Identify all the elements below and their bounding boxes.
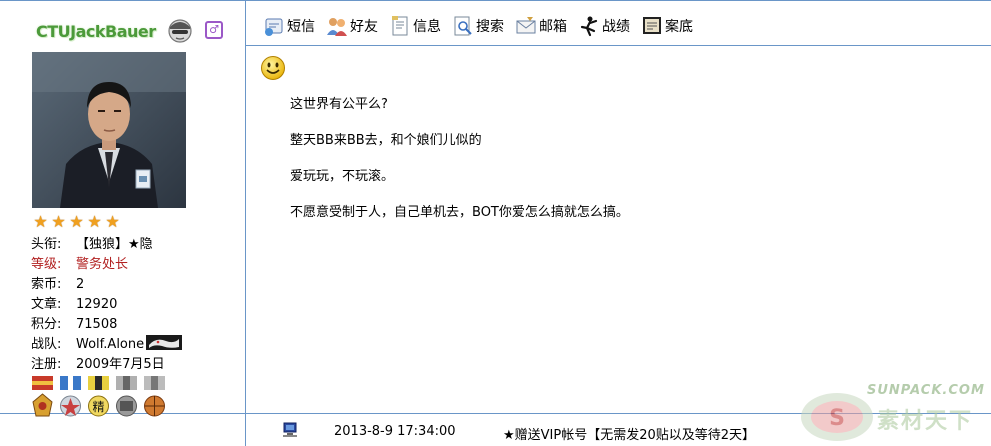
medal-list: 精 bbox=[30, 376, 167, 422]
points-value: 71508 bbox=[76, 317, 118, 332]
watermark-text: SUNPACK.COM bbox=[867, 383, 985, 398]
rating-stars: ★ ★ ★ ★ ★ bbox=[32, 213, 121, 230]
points-row: 积分: 71508 bbox=[31, 315, 182, 335]
author-profile: CTUJackBauer ♂ ★ ★ ★ ★ ★ 头衔: 【独狼】★隐 等级: … bbox=[0, 0, 245, 446]
record-label: 战绩 bbox=[602, 19, 630, 35]
friends-button[interactable]: 好友 bbox=[326, 15, 378, 37]
post-line: 整天BB来BB去，和个娘们儿似的 bbox=[290, 133, 482, 148]
posts-row: 文章: 12920 bbox=[31, 295, 182, 315]
team-link[interactable]: Wolf.Alone bbox=[76, 337, 144, 352]
registered-label: 注册: bbox=[31, 357, 62, 372]
message-label: 短信 bbox=[287, 19, 315, 35]
mail-label: 邮箱 bbox=[539, 19, 567, 35]
computer-icon[interactable] bbox=[282, 422, 298, 438]
message-icon bbox=[265, 18, 283, 36]
search-button[interactable]: 搜索 bbox=[452, 15, 504, 37]
post-timestamp: 2013-8-9 17:34:00 bbox=[334, 424, 456, 439]
posts-value: 12920 bbox=[76, 297, 118, 312]
info-button[interactable]: 信息 bbox=[389, 15, 441, 37]
registered-row: 注册: 2009年7月5日 bbox=[31, 355, 182, 375]
smiley-icon bbox=[261, 56, 285, 80]
registered-value: 2009年7月5日 bbox=[76, 357, 165, 372]
team-row: 战队: Wolf.Alone bbox=[31, 335, 183, 355]
post-line: 这世界有公平么? bbox=[290, 97, 388, 112]
user-toolbar: 短信 好友 信息 搜索 邮箱 战绩 案底 bbox=[263, 13, 704, 39]
male-gender-icon: ♂ bbox=[205, 21, 223, 39]
mail-button[interactable]: 邮箱 bbox=[515, 15, 567, 37]
watermark-logo: S SUNPACK.COM 素材天下 bbox=[797, 381, 991, 446]
signature-link[interactable]: ★赠送VIP帐号【无需发20贴以及等待2天】 bbox=[503, 424, 755, 443]
message-button[interactable]: 短信 bbox=[263, 15, 315, 37]
friends-icon bbox=[327, 18, 347, 36]
profile-info: 头衔: 【独狼】★隐 等级: 警务处长 索币: 2 文章: 12920 积分: 71508… bbox=[31, 235, 183, 375]
post-line: 爱玩玩，不玩滚。 bbox=[290, 169, 395, 184]
medal-glyph: 精 bbox=[92, 400, 104, 414]
team-label: 战队: bbox=[31, 337, 62, 352]
archive-label: 案底 bbox=[665, 19, 693, 35]
post-line: 不愿意受制于人，自己单机去，BOT你爱怎么搞就怎么搞。 bbox=[290, 205, 629, 220]
archive-button[interactable]: 案底 bbox=[641, 15, 693, 37]
star-icon: ★ bbox=[87, 212, 102, 231]
medal-icon[interactable] bbox=[58, 376, 83, 422]
star-icon: ★ bbox=[33, 212, 48, 231]
team-emblem-icon bbox=[146, 335, 183, 350]
coins-label: 索币: bbox=[31, 277, 62, 292]
search-label: 搜索 bbox=[476, 19, 504, 35]
star-icon: ★ bbox=[105, 212, 120, 231]
mail-icon bbox=[516, 17, 536, 34]
info-label: 信息 bbox=[413, 19, 441, 35]
posts-label: 文章: bbox=[31, 297, 62, 312]
title-label: 头衔: bbox=[31, 237, 62, 252]
title-value: 【独狼】★隐 bbox=[76, 237, 153, 252]
medal-icon[interactable] bbox=[30, 376, 55, 422]
medal-icon[interactable]: 精 bbox=[86, 376, 111, 422]
points-label: 积分: bbox=[31, 317, 62, 332]
coins-row: 索币: 2 bbox=[31, 275, 182, 295]
record-icon bbox=[580, 16, 598, 37]
avatar[interactable] bbox=[32, 52, 186, 208]
medal-icon[interactable] bbox=[114, 376, 139, 422]
level-row: 等级: 警务处长 bbox=[31, 255, 182, 275]
column-divider bbox=[245, 0, 246, 446]
title-row: 头衔: 【独狼】★隐 bbox=[31, 235, 182, 255]
record-button[interactable]: 战绩 bbox=[578, 15, 630, 37]
watermark-text-cn: 素材天下 bbox=[877, 409, 974, 434]
info-icon bbox=[392, 16, 408, 36]
post-content: 这世界有公平么? 整天BB来BB去，和个娘们儿似的 爱玩玩，不玩滚。 不愿意受制… bbox=[290, 95, 629, 239]
offline-status-icon bbox=[168, 19, 192, 43]
coins-value: 2 bbox=[76, 277, 85, 292]
medal-icon[interactable] bbox=[142, 376, 167, 422]
username[interactable]: CTUJackBauer bbox=[36, 22, 156, 41]
archive-icon bbox=[643, 17, 661, 34]
star-icon: ★ bbox=[69, 212, 84, 231]
level-value: 警务处长 bbox=[76, 257, 129, 272]
search-icon bbox=[454, 16, 472, 36]
toolbar-divider bbox=[246, 45, 991, 46]
level-label: 等级: bbox=[31, 257, 62, 272]
friends-label: 好友 bbox=[350, 19, 378, 35]
svg-text:S: S bbox=[829, 406, 845, 431]
star-icon: ★ bbox=[51, 212, 66, 231]
